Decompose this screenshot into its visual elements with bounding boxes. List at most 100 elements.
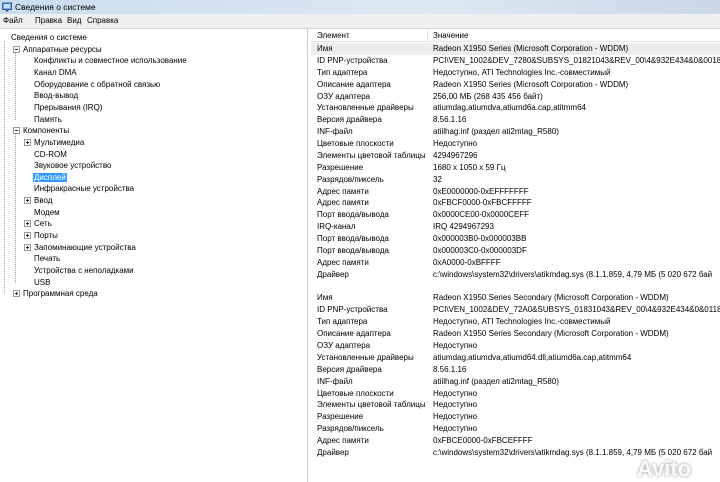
tree-node[interactable]: Звуковое устройство (33, 160, 112, 171)
details-row[interactable]: Описание адаптера Radeon X1950 Series Sec… (311, 328, 720, 340)
details-row[interactable]: ОЗУ адаптера 256,00 МБ (268 435 456 байт) (311, 91, 720, 103)
details-row[interactable]: Адрес памяти 0xE0000000-0xEFFFFFFF (311, 186, 720, 198)
details-row[interactable]: Цветовые плоскости Недоступно (311, 388, 720, 400)
details-row[interactable]: Тип адаптера Недоступно, ATI Technologies… (311, 67, 720, 79)
details-value-cell: 0x000003B0-0x000003BB (433, 234, 527, 244)
expand-plus-icon[interactable] (24, 232, 31, 240)
collapse-minus-icon[interactable] (13, 45, 20, 53)
tree-node[interactable]: CD-ROM (33, 149, 68, 160)
tree-node[interactable]: Прерывания (IRQ) (33, 102, 103, 113)
details-item-cell: Драйвер (317, 269, 349, 279)
details-row[interactable]: ID PNP-устройства PCI\VEN_1002&DEV_7280&S… (311, 55, 720, 67)
tree-node-label: Ввод (34, 196, 53, 206)
details-row[interactable]: Установленные драйверы atiumdag,atiumdva,… (311, 352, 720, 364)
details-value-cell: 256,00 МБ (268 435 456 байт) (433, 91, 543, 101)
expand-plus-icon[interactable] (13, 290, 20, 298)
details-value-cell: 4294967296 (433, 150, 478, 160)
details-item-cell: Тип адаптера (317, 67, 368, 77)
column-value[interactable]: Значение (433, 31, 468, 40)
tree-node[interactable]: Дисплей (33, 172, 67, 183)
category-tree[interactable]: Сведения о системе Аппаратные ресурсы Конф… (0, 29, 308, 482)
menu-bar: Файл Правка Вид Справка (0, 14, 720, 29)
details-row[interactable]: Имя Radeon X1950 Series (Microsoft Corpor… (311, 43, 720, 55)
details-row[interactable]: IRQ-канал IRQ 4294967293 (311, 221, 720, 233)
tree-node-label: Модем (34, 207, 60, 217)
details-row[interactable]: Элементы цветовой таблицы 4294967296 (311, 150, 720, 162)
tree-node[interactable]: Ввод-вывод (33, 90, 79, 101)
details-value-cell: atiilhag.inf (раздел ati2mtag_R580) (433, 376, 559, 386)
tree-node[interactable]: Мультимедиа (24, 137, 85, 148)
menu-help[interactable]: Справка (87, 16, 118, 26)
details-item-cell: Элементы цветовой таблицы (317, 150, 426, 160)
details-value-cell: Недоступно (433, 412, 478, 422)
details-row[interactable]: Версия драйвера 8.56.1.16 (311, 364, 720, 376)
tree-node[interactable]: Канал DMA (33, 67, 78, 78)
details-value-cell: Недоступно, ATI Technologies Inc.-совмес… (433, 67, 611, 77)
tree-node[interactable]: Аппаратные ресурсы (13, 44, 103, 55)
details-row[interactable]: Элементы цветовой таблицы Недоступно (311, 399, 720, 411)
details-item-cell: ОЗУ адаптера (317, 341, 371, 350)
tree-node-label: USB (34, 277, 51, 287)
column-separator[interactable] (427, 29, 428, 41)
tree-node-label: Ввод-вывод (34, 91, 79, 101)
expand-plus-icon[interactable] (24, 138, 31, 146)
details-item-cell: Описание адаптера (317, 79, 391, 89)
menu-file[interactable]: Файл (3, 16, 23, 26)
tree-node-label: Оборудование с обратной связью (34, 79, 161, 89)
details-row[interactable]: Описание адаптера Radeon X1950 Series (Mi… (311, 79, 720, 91)
details-item-cell: ID PNP-устройства (317, 55, 388, 65)
tree-node[interactable]: USB (33, 277, 51, 288)
details-row[interactable]: Цветовые плоскости Недоступно (311, 138, 720, 150)
tree-node[interactable]: Память (33, 114, 63, 125)
tree-node[interactable]: Устройства с неполадками (33, 265, 135, 276)
tree-node-label: Сеть (34, 219, 52, 229)
tree-node[interactable]: Конфликты и совместное использование (33, 55, 188, 66)
tree-node[interactable]: Компоненты (13, 125, 70, 136)
details-list[interactable]: Элемент Значение Имя Radeon X1950 Series … (311, 29, 720, 482)
details-row[interactable]: ОЗУ адаптера Недоступно (311, 340, 720, 352)
tree-node-label: Звуковое устройство (34, 161, 112, 171)
details-value-cell: Недоступно, ATI Technologies Inc.-совмес… (433, 317, 611, 327)
tree-node[interactable]: Порты (24, 230, 59, 241)
details-row[interactable]: Порт ввода/вывода 0x0000CE00-0x0000CEFF (311, 209, 720, 221)
menu-view[interactable]: Вид (67, 16, 81, 26)
details-row[interactable]: Разрядов/пиксель Недоступно (311, 423, 720, 435)
details-row[interactable]: Установленные драйверы atiumdag,atiumdva,… (311, 102, 720, 114)
details-value-cell: Radeon X1950 Series (Microsoft Corporati… (433, 79, 629, 89)
tree-node[interactable]: Печать (33, 253, 61, 264)
tree-node[interactable]: Программная среда (13, 288, 99, 299)
tree-connector-line (15, 132, 16, 283)
details-row[interactable]: Порт ввода/вывода 0x000003B0-0x000003BB (311, 233, 720, 245)
details-row[interactable]: Разрешение Недоступно (311, 411, 720, 423)
window-title: Сведения о системе (15, 2, 96, 12)
details-row[interactable]: Порт ввода/вывода 0x000003C0-0x000003DF (311, 245, 720, 257)
expand-plus-icon[interactable] (24, 220, 31, 228)
tree-node[interactable]: Модем (33, 207, 61, 218)
details-row[interactable]: INF-файл atiilhag.inf (раздел ati2mtag_R5… (311, 376, 720, 388)
details-row[interactable]: Драйвер c:\windows\system32\drivers\atikm… (311, 269, 720, 281)
tree-node-label: Мультимедиа (34, 137, 85, 147)
tree-node[interactable]: Ввод (24, 195, 53, 206)
menu-edit[interactable]: Правка (35, 16, 62, 26)
column-item[interactable]: Элемент (317, 31, 350, 40)
details-value-cell: 32 (433, 174, 442, 184)
details-row[interactable]: ID PNP-устройства PCI\VEN_1002&DEV_72A0&S… (311, 304, 720, 316)
tree-node[interactable]: Сведения о системе (10, 32, 88, 43)
details-row[interactable]: Имя Radeon X1950 Series Secondary (Micros… (311, 292, 720, 304)
details-row[interactable]: Тип адаптера Недоступно, ATI Technologies… (311, 316, 720, 328)
tree-node[interactable]: Запоминающие устройства (24, 242, 137, 253)
details-row[interactable]: Разрядов/пиксель 32 (311, 174, 720, 186)
tree-node[interactable]: Инфракрасные устройства (33, 183, 135, 194)
details-row[interactable]: Адрес памяти 0xA0000-0xBFFFF (311, 257, 720, 269)
tree-node[interactable]: Оборудование с обратной связью (33, 79, 161, 90)
details-row[interactable]: INF-файл atiilhag.inf (раздел ati2mtag_R5… (311, 126, 720, 138)
collapse-minus-icon[interactable] (13, 127, 20, 135)
expand-plus-icon[interactable] (24, 197, 31, 205)
expand-plus-icon[interactable] (24, 243, 31, 251)
details-row[interactable]: Адрес памяти 0xFBCF0000-0xFBCFFFFF (311, 197, 720, 209)
details-row[interactable]: Разрешение 1680 x 1050 x 59 Гц (311, 162, 720, 174)
details-row[interactable]: Версия драйвера 8.56.1.16 (311, 114, 720, 126)
tree-node[interactable]: Сеть (24, 218, 53, 229)
details-item-cell: Порт ввода/вывода (317, 245, 389, 255)
details-row[interactable]: Адрес памяти 0xFBCE0000-0xFBCEFFFF (311, 435, 720, 447)
